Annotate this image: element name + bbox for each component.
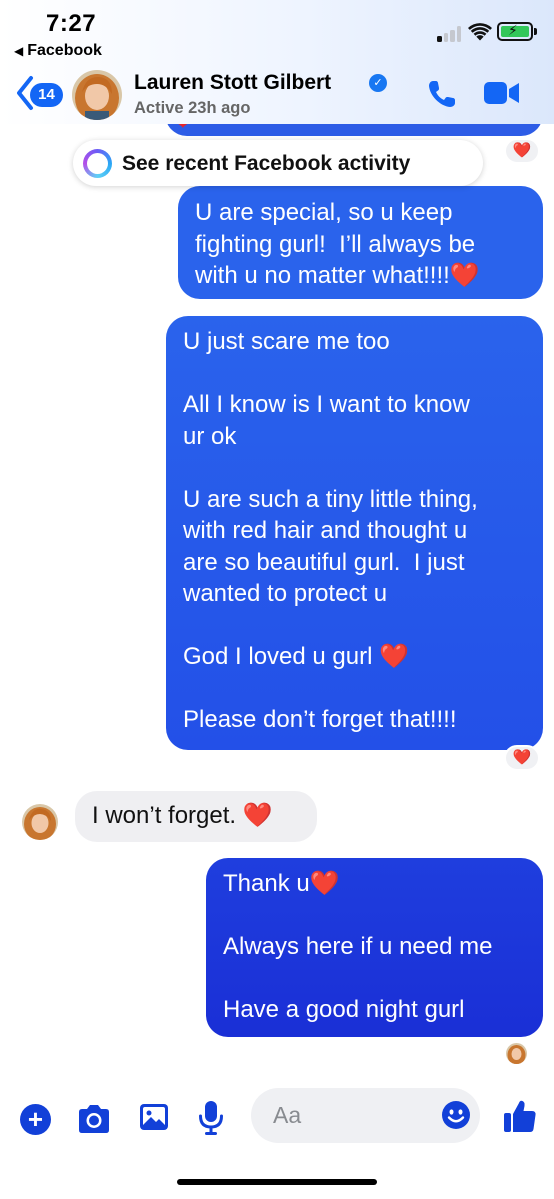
status-bar-time: 7:27 — [46, 10, 97, 37]
message-line: God I loved u gurl ❤️ — [183, 643, 409, 670]
activity-ring-icon — [83, 149, 112, 178]
return-to-app-link[interactable]: ◀ Facebook — [14, 42, 102, 60]
activity-label: See recent Facebook activity — [122, 152, 411, 175]
message-line: fighting gurl! I’ll always be — [195, 230, 476, 258]
message-line: All I know is I want to know — [183, 391, 470, 418]
see-recent-activity-button[interactable]: See recent Facebook activity — [73, 140, 483, 186]
message-line — [223, 900, 527, 932]
message-input[interactable]: Aa — [251, 1088, 480, 1143]
message-line — [183, 358, 527, 390]
reaction-heart[interactable]: ❤️ — [504, 138, 540, 164]
wifi-icon — [468, 23, 492, 41]
sent-message-bubble[interactable]: Thank u❤️ Always here if u need me Have … — [206, 858, 543, 1037]
message-line: Please don’t forget that!!!! — [183, 706, 457, 733]
conversation-header: 7:27 ◀ Facebook ⚡ 14 Lauren Stott Gilbert… — [0, 0, 554, 124]
emoji-icon[interactable] — [441, 1100, 471, 1130]
unread-count-badge[interactable]: 14 — [30, 83, 63, 107]
contact-avatar[interactable] — [72, 70, 122, 120]
plus-icon[interactable]: + — [20, 1104, 51, 1135]
back-triangle-icon: ◀ — [14, 44, 24, 58]
message-line: with red hair and thought u — [183, 517, 468, 544]
message-composer: + Aa — [0, 1080, 554, 1199]
return-app-label: Facebook — [27, 42, 102, 59]
message-line — [183, 452, 527, 484]
contact-avatar-small[interactable] — [22, 804, 58, 840]
charging-bolt-icon: ⚡ — [508, 22, 518, 38]
camera-icon[interactable] — [76, 1102, 112, 1136]
active-status: Active 23h ago — [134, 99, 251, 117]
sent-message-bubble[interactable]: U are special, so u keep fighting gurl! I… — [178, 186, 543, 299]
message-line: U are such a tiny little thing, — [183, 485, 478, 513]
message-line: Have a good night gurl — [223, 996, 465, 1023]
message-line — [183, 673, 527, 705]
seen-receipt-avatar — [506, 1043, 527, 1064]
thumbs-up-icon[interactable] — [503, 1098, 537, 1134]
message-placeholder: Aa — [273, 1102, 302, 1128]
cellular-signal-icon — [437, 24, 463, 42]
received-message-bubble[interactable]: I won’t forget. ❤️ — [75, 791, 317, 842]
message-line: Thank u❤️ — [223, 870, 340, 897]
message-line: U are special, so u keep — [195, 199, 453, 226]
message-line: Always here if u need me — [223, 933, 493, 960]
message-line: are so beautiful gurl. I just — [183, 548, 465, 576]
battery-icon: ⚡ — [497, 22, 533, 41]
microphone-icon[interactable] — [198, 1100, 224, 1136]
message-line: with u no matter what!!!!❤️ — [195, 262, 480, 289]
sent-message-bubble[interactable]: U just scare me too All I know is I want… — [166, 316, 543, 750]
message-line: I won’t forget. ❤️ — [92, 802, 273, 829]
message-line — [183, 610, 527, 642]
message-line — [223, 963, 527, 995]
contact-name[interactable]: Lauren Stott Gilbert — [134, 71, 331, 95]
reaction-heart[interactable]: ❤️ — [504, 745, 540, 771]
verified-badge-icon: ✓ — [369, 74, 387, 92]
video-camera-icon[interactable] — [484, 80, 520, 106]
message-line: wanted to protect u — [183, 580, 388, 607]
message-line: U just scare me too — [183, 328, 390, 355]
home-indicator — [177, 1179, 377, 1185]
photo-gallery-icon[interactable] — [138, 1102, 170, 1132]
phone-icon[interactable] — [426, 78, 458, 110]
message-line: ur ok — [183, 422, 237, 450]
